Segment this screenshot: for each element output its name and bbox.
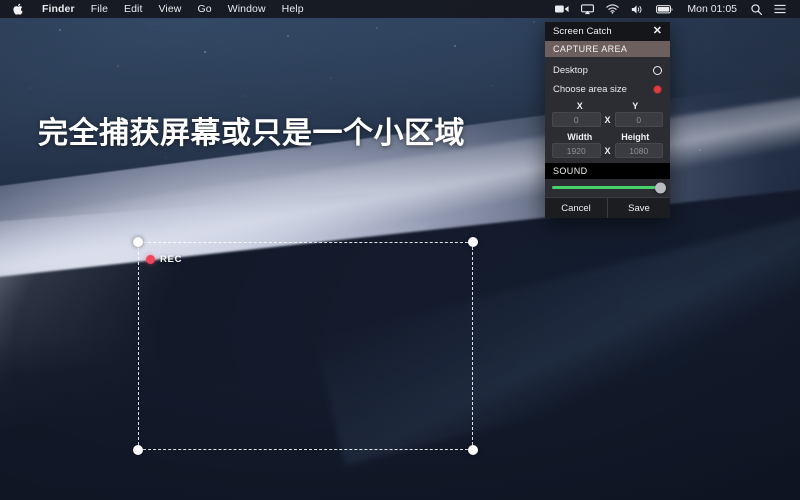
airplay-icon[interactable] — [575, 0, 600, 18]
radio-choose-area-size[interactable] — [653, 85, 662, 94]
panel-title-bar: Screen Catch ✕ — [545, 22, 670, 41]
volume-icon[interactable] — [625, 0, 650, 18]
radio-desktop[interactable] — [653, 66, 662, 75]
menu-item-finder[interactable]: Finder — [34, 0, 83, 18]
selection-handle-bottom-left[interactable] — [133, 445, 143, 455]
panel-button-bar: Cancel Save — [545, 197, 670, 218]
size-field-row: 1920 X 1080 — [545, 143, 670, 161]
option-row-desktop[interactable]: Desktop — [545, 61, 670, 80]
camcorder-glyph — [555, 5, 569, 13]
selection-edge-top — [138, 242, 473, 243]
magnifier-glyph — [751, 3, 762, 15]
speaker-glyph — [632, 4, 642, 14]
record-dot-icon — [146, 255, 155, 264]
selection-handle-top-left[interactable] — [133, 237, 143, 247]
coord-field-labels: X Y — [545, 99, 670, 112]
screen-catch-panel: Screen Catch ✕ CAPTURE AREA Desktop Choo… — [545, 22, 670, 218]
coord-separator: X — [604, 114, 611, 125]
wifi-icon[interactable] — [600, 0, 625, 18]
menu-bar-left: Finder File Edit View Go Window Help — [0, 0, 312, 18]
sound-slider-knob[interactable] — [655, 182, 666, 193]
menu-item-help[interactable]: Help — [274, 0, 312, 18]
menu-bar: Finder File Edit View Go Window Help Mon… — [0, 0, 800, 18]
apple-logo-icon[interactable] — [0, 3, 34, 15]
menu-item-edit[interactable]: Edit — [116, 0, 151, 18]
label-y: Y — [632, 101, 639, 111]
menu-item-window[interactable]: Window — [220, 0, 274, 18]
coord-field-row: 0 X 0 — [545, 112, 670, 130]
label-x: X — [576, 101, 583, 111]
label-width: Width — [567, 132, 593, 142]
capture-selection-rectangle[interactable]: REC — [133, 237, 478, 455]
control-center-icon[interactable] — [768, 0, 792, 18]
list-glyph — [774, 4, 786, 14]
option-label-desktop: Desktop — [553, 65, 588, 76]
sound-slider-track[interactable] — [552, 182, 666, 193]
recording-label: REC — [160, 254, 183, 265]
selection-handle-top-right[interactable] — [468, 237, 478, 247]
selection-edge-right — [472, 242, 473, 450]
option-row-choose-area[interactable]: Choose area size — [545, 80, 670, 99]
battery-icon[interactable] — [650, 0, 679, 18]
apple-glyph — [13, 3, 23, 15]
battery-glyph — [656, 4, 673, 13]
close-icon[interactable]: ✕ — [651, 26, 664, 37]
input-height[interactable]: 1080 — [614, 143, 663, 158]
size-separator: X — [604, 145, 611, 156]
selection-edge-bottom — [138, 449, 473, 450]
option-label-choose-area: Choose area size — [553, 84, 627, 95]
menu-bar-status-area: Mon 01:05 — [549, 0, 800, 18]
menu-item-file[interactable]: File — [83, 0, 116, 18]
airplay-glyph — [581, 3, 595, 14]
selection-edge-left — [138, 242, 139, 450]
cancel-button[interactable]: Cancel — [545, 198, 607, 218]
capture-area-section-header: CAPTURE AREA — [545, 41, 670, 57]
label-height: Height — [621, 132, 650, 142]
input-y[interactable]: 0 — [614, 112, 663, 127]
desktop-screen: Finder File Edit View Go Window Help Mon… — [0, 0, 800, 500]
sound-slider-container[interactable] — [545, 179, 670, 197]
search-icon[interactable] — [745, 0, 768, 18]
screen-record-icon[interactable] — [549, 0, 575, 18]
save-button[interactable]: Save — [607, 198, 670, 218]
wifi-glyph — [606, 4, 620, 14]
input-width[interactable]: 1920 — [552, 143, 601, 158]
selection-handle-bottom-right[interactable] — [468, 445, 478, 455]
menu-item-view[interactable]: View — [151, 0, 190, 18]
promo-headline: 完全捕获屏幕或只是一个小区域 — [38, 117, 465, 150]
capture-area-body: Desktop Choose area size X Y 0 X 0 Width… — [545, 57, 670, 163]
menu-bar-clock[interactable]: Mon 01:05 — [679, 3, 745, 15]
recording-indicator: REC — [146, 254, 182, 265]
input-x[interactable]: 0 — [552, 112, 601, 127]
sound-section-header: SOUND — [545, 163, 670, 179]
menu-item-go[interactable]: Go — [190, 0, 220, 18]
size-field-labels: Width Height — [545, 130, 670, 143]
panel-title: Screen Catch — [553, 26, 612, 37]
